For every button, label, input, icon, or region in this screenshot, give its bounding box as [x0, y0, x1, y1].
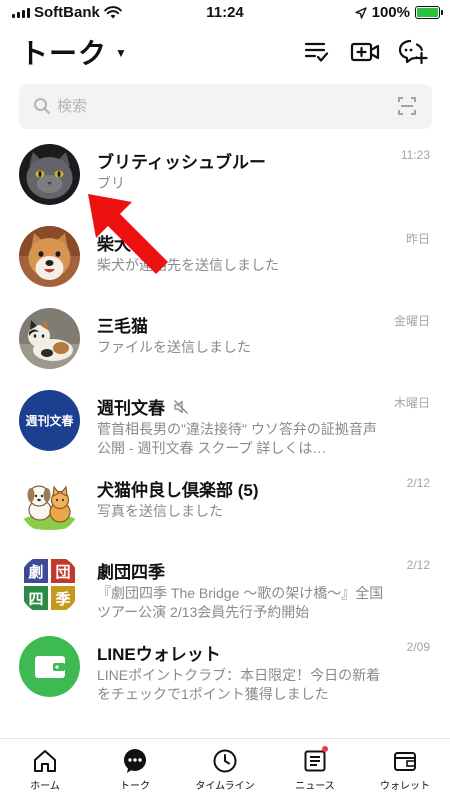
- tab-label: ウォレット: [380, 781, 430, 792]
- chat-name: 劇団四季: [97, 558, 165, 583]
- chat-name: LINEウォレット: [97, 640, 221, 665]
- header: トーク ▼: [0, 26, 450, 78]
- chat-name-text: LINEウォレット: [97, 645, 221, 664]
- shiki-logo-char: 団: [51, 559, 75, 583]
- muted-icon: [174, 399, 188, 414]
- video-call-icon[interactable]: [350, 38, 380, 66]
- chat-name: 犬猫仲良し倶楽部 (5): [97, 476, 259, 501]
- wallet-icon: [34, 655, 65, 678]
- chat-list: ブリティッシュブルー ブリ 11:23 柴犬 柴犬が連絡先を送信しました 昨日: [0, 134, 450, 708]
- dog-cat-illustration-avatar[interactable]: [19, 472, 80, 533]
- tab-talk[interactable]: トーク: [90, 739, 180, 800]
- battery-percent: 100%: [371, 4, 410, 21]
- bunshun-logo-avatar[interactable]: 週刊文春: [19, 390, 80, 451]
- shiki-logo-avatar[interactable]: 劇 団 四 季: [19, 554, 80, 615]
- shiki-logo-char: 四: [24, 586, 48, 610]
- chat-preview: 写真を送信しました: [97, 503, 223, 519]
- search-bar[interactable]: [19, 84, 432, 129]
- chat-icon: [124, 749, 146, 773]
- chat-row-line-wallet[interactable]: LINEウォレット LINEポイントクラブ：本日限定！今日の新着をチェックで1ポ…: [0, 626, 450, 708]
- chat-time: 11:23: [400, 148, 430, 162]
- status-bar: SoftBank 11:24 100%: [0, 0, 450, 26]
- chat-row-shiki[interactable]: 劇 団 四 季 劇団四季 『劇団四季 The Bridge 〜歌の架け橋〜』全国…: [0, 544, 450, 626]
- chat-preview: 『劇団四季 The Bridge 〜歌の架け橋〜』全国ツアー公演 2/13会員先…: [97, 585, 384, 620]
- chat-time: 金曜日: [393, 314, 430, 328]
- chat-preview: 柴犬が連絡先を送信しました: [97, 257, 279, 273]
- bottom-tab-bar: ホーム トーク タイムライン ニュース ウォレット: [0, 738, 450, 800]
- chat-name-text: 劇団四季: [97, 563, 165, 582]
- location-icon: [354, 6, 367, 19]
- chat-time: 木曜日: [393, 396, 430, 410]
- chat-row-british-blue[interactable]: ブリティッシュブルー ブリ 11:23: [0, 134, 450, 216]
- clock-icon: [213, 749, 237, 773]
- chat-name: 週刊文春: [97, 394, 189, 419]
- search-icon: [34, 98, 50, 114]
- chat-time: 2/09: [406, 640, 430, 654]
- chat-name: ブリティッシュブルー: [97, 148, 266, 173]
- shiki-logo-char: 季: [51, 586, 75, 610]
- chat-row-bunshun[interactable]: 週刊文春 週刊文春 菅首相長男の"違法接待" ウソ答弁の証拠音声公開 - 週刊文…: [0, 380, 450, 462]
- shiba-dog-avatar[interactable]: [19, 226, 80, 287]
- chat-preview: LINEポイントクラブ：本日限定！今日の新着をチェックで1ポイント獲得しました: [97, 667, 381, 702]
- page-title-text: トーク: [20, 38, 108, 69]
- chat-name-text: 週刊文春: [97, 399, 165, 418]
- tab-label: ホーム: [30, 781, 60, 792]
- qr-scan-icon[interactable]: [398, 97, 416, 115]
- tab-home[interactable]: ホーム: [0, 739, 90, 800]
- tab-label: タイムライン: [195, 781, 255, 792]
- news-badge-dot: [322, 746, 328, 752]
- chat-time: 2/12: [406, 558, 430, 572]
- chat-time: 2/12: [406, 476, 430, 490]
- tab-label: トーク: [120, 781, 150, 792]
- wallet-icon: [394, 752, 416, 771]
- bunshun-logo-text: 週刊文春: [25, 414, 74, 428]
- chat-time: 昨日: [405, 232, 430, 246]
- new-chat-icon[interactable]: [398, 38, 428, 66]
- gray-cat-avatar[interactable]: [19, 144, 80, 205]
- tab-timeline[interactable]: タイムライン: [180, 739, 270, 800]
- chat-preview: ブリ: [97, 175, 125, 191]
- search-input[interactable]: [57, 84, 377, 129]
- caret-down-icon: ▼: [115, 46, 128, 60]
- chat-name-text: ブリティッシュブルー: [97, 153, 266, 172]
- tab-news[interactable]: ニュース: [270, 739, 360, 800]
- calico-cat-avatar[interactable]: [19, 308, 80, 369]
- chat-row-calico[interactable]: 三毛猫 ファイルを送信しました 金曜日: [0, 298, 450, 380]
- edit-list-icon[interactable]: [302, 38, 332, 66]
- chat-name: 柴犬: [97, 230, 131, 255]
- page-title[interactable]: トーク ▼: [20, 32, 128, 72]
- chat-row-dog-cat-club[interactable]: 犬猫仲良し倶楽部 (5) 写真を送信しました 2/12: [0, 462, 450, 544]
- battery-icon: [415, 6, 443, 19]
- wallet-logo-avatar[interactable]: [19, 636, 80, 697]
- chat-name: 三毛猫: [97, 312, 148, 337]
- chat-name-text: 三毛猫: [97, 317, 148, 336]
- chat-preview: ファイルを送信しました: [97, 339, 251, 355]
- status-right: 100%: [354, 4, 443, 21]
- chat-name-text: 犬猫仲良し倶楽部 (5): [97, 481, 259, 500]
- tab-label: ニュース: [295, 781, 335, 792]
- shiki-logo-char: 劇: [24, 559, 48, 583]
- chat-row-shiba[interactable]: 柴犬 柴犬が連絡先を送信しました 昨日: [0, 216, 450, 298]
- home-icon: [34, 750, 56, 772]
- chat-preview: 菅首相長男の"違法接待" ウソ答弁の証拠音声公開 - 週刊文春 スクープ 詳しく…: [97, 421, 377, 456]
- chat-name-text: 柴犬: [97, 235, 131, 254]
- tab-wallet[interactable]: ウォレット: [360, 739, 450, 800]
